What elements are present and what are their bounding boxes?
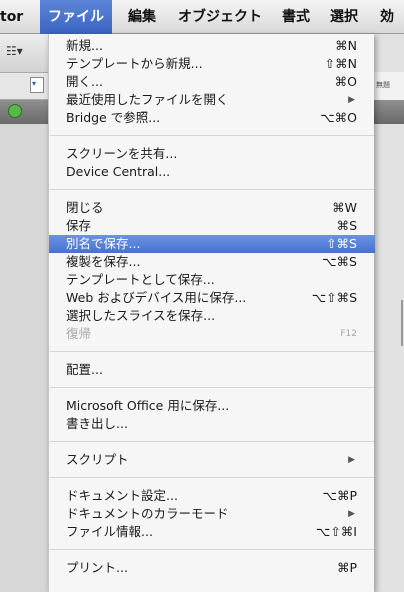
menu-item[interactable]: Web およびデバイス用に保存... ⌥⇧⌘S [49, 289, 375, 307]
menu-item-shortcut: ⇧⌘S [326, 236, 357, 251]
menu-item[interactable]: スクリーンを共有... [49, 145, 375, 163]
menu-item[interactable]: 最近使用したファイルを開く ▶ [49, 91, 375, 109]
menu-item[interactable]: 配置... [49, 361, 375, 379]
menu-item-shortcut: ⌥⌘O [320, 110, 357, 125]
menu-separator [50, 135, 374, 136]
menu-item-label: 復帰 [66, 326, 92, 341]
menu-item-label: Device Central... [66, 164, 171, 179]
menu-item[interactable]: テンプレートから新規... ⇧⌘N [49, 55, 375, 73]
menu-item: 復帰 F12 [49, 325, 375, 343]
menu-item-label: 新規... [66, 38, 103, 53]
menu-item-label: 配置... [66, 362, 103, 377]
menu-item[interactable]: 選択したスライスを保存... [49, 307, 375, 325]
menu-item[interactable]: ファイル情報... ⌥⇧⌘I [49, 523, 375, 541]
menu-item-label: Bridge で参照... [66, 110, 161, 125]
menu-item-label: 保存 [66, 218, 92, 233]
menu-item-label: プリント... [66, 560, 128, 575]
menu-item-shortcut: ⌘O [334, 74, 357, 89]
menu-separator [50, 351, 374, 352]
file-menu: 新規... ⌘N テンプレートから新規... ⇧⌘N 開く... ⌘O 最近使用したファイル… [48, 34, 375, 592]
menu-item[interactable]: テンプレートとして保存... [49, 271, 375, 289]
menu-item-label: ドキュメントのカラーモード [66, 506, 229, 521]
menu-item-label: 閉じる [66, 200, 104, 215]
menu-item-shortcut: ⌥⇧⌘I [315, 524, 357, 539]
window-zoom-icon[interactable] [8, 104, 22, 118]
menubar-item-object[interactable]: オブジェクト [178, 0, 262, 34]
menu-item-shortcut: ⌘N [335, 38, 357, 53]
menu-item[interactable]: 別名で保存... ⇧⌘S [49, 235, 375, 253]
menu-item-label: 開く... [66, 74, 103, 89]
menu-item-shortcut: ⌥⌘P [322, 488, 357, 503]
menubar-item-edit[interactable]: 編集 [128, 0, 156, 34]
menu-item-shortcut: ⌘S [336, 218, 357, 233]
menubar-item-format[interactable]: 書式 [282, 0, 310, 34]
submenu-arrow-icon: ▶ [348, 95, 355, 105]
menu-separator [50, 477, 374, 478]
menu-item[interactable]: ドキュメントのカラーモード ▶ [49, 505, 375, 523]
menu-item-shortcut: ⌥⌘S [322, 254, 357, 269]
menu-item[interactable]: 保存 ⌘S [49, 217, 375, 235]
menu-item[interactable]: プリント... ⌘P [49, 559, 375, 577]
menu-item-shortcut: ⌥⇧⌘S [311, 290, 357, 305]
menu-item[interactable]: 書き出し... [49, 415, 375, 433]
menu-item-shortcut: F12 [340, 329, 357, 339]
menu-item-label: 別名で保存... [66, 236, 141, 251]
menu-item-label: 複製を保存... [66, 254, 141, 269]
menu-item[interactable]: Microsoft Office 用に保存... [49, 397, 375, 415]
submenu-arrow-icon: ▶ [348, 455, 355, 465]
background-divider [401, 300, 403, 346]
menubar-item-app[interactable]: tor [0, 0, 23, 34]
menu-item-label: 書き出し... [66, 416, 128, 431]
menu-item-shortcut: ⌘W [332, 200, 357, 215]
menu-separator [50, 189, 374, 190]
menu-item-shortcut: ⌘P [336, 560, 357, 575]
submenu-arrow-icon: ▶ [348, 509, 355, 519]
menu-item[interactable]: Bridge で参照... ⌥⌘O [49, 109, 375, 127]
background-right-bar [374, 100, 404, 124]
menu-separator [50, 387, 374, 388]
menu-item-label: ファイル情報... [66, 524, 153, 539]
menubar-item-effect[interactable]: 効 [380, 0, 394, 34]
menu-item[interactable]: ドキュメント設定... ⌥⌘P [49, 487, 375, 505]
menu-item[interactable]: 新規... ⌘N [49, 37, 375, 55]
menu-separator [50, 549, 374, 550]
menu-bar: tor ファイル 編集 オブジェクト 書式 選択 効 [0, 0, 404, 34]
menu-item-label: 最近使用したファイルを開く [66, 92, 229, 107]
background-right-label: 無題 [376, 81, 390, 89]
menu-item-label: スクリーンを共有... [66, 146, 178, 161]
menu-item-label: スクリプト [66, 452, 129, 467]
menubar-item-select[interactable]: 選択 [330, 0, 358, 34]
menu-item-label: Web およびデバイス用に保存... [66, 290, 247, 305]
menubar-item-file[interactable]: ファイル [40, 0, 112, 34]
tool-options-icon[interactable]: ☷▾ [6, 44, 23, 58]
menu-item[interactable]: 複製を保存... ⌥⌘S [49, 253, 375, 271]
menu-item[interactable]: 閉じる ⌘W [49, 199, 375, 217]
menu-item[interactable]: 開く... ⌘O [49, 73, 375, 91]
menu-item[interactable]: Device Central... [49, 163, 375, 181]
chevron-down-icon: ▾ [32, 79, 37, 88]
menu-item-label: テンプレートから新規... [66, 56, 203, 71]
menu-item-label: Microsoft Office 用に保存... [66, 398, 230, 413]
menu-item[interactable]: スクリプト ▶ [49, 451, 375, 469]
menu-separator [50, 441, 374, 442]
menu-item-shortcut: ⇧⌘N [324, 56, 357, 71]
menu-item-label: ドキュメント設定... [66, 488, 178, 503]
menu-item-label: 選択したスライスを保存... [66, 308, 216, 323]
menu-item-label: テンプレートとして保存... [66, 272, 215, 287]
